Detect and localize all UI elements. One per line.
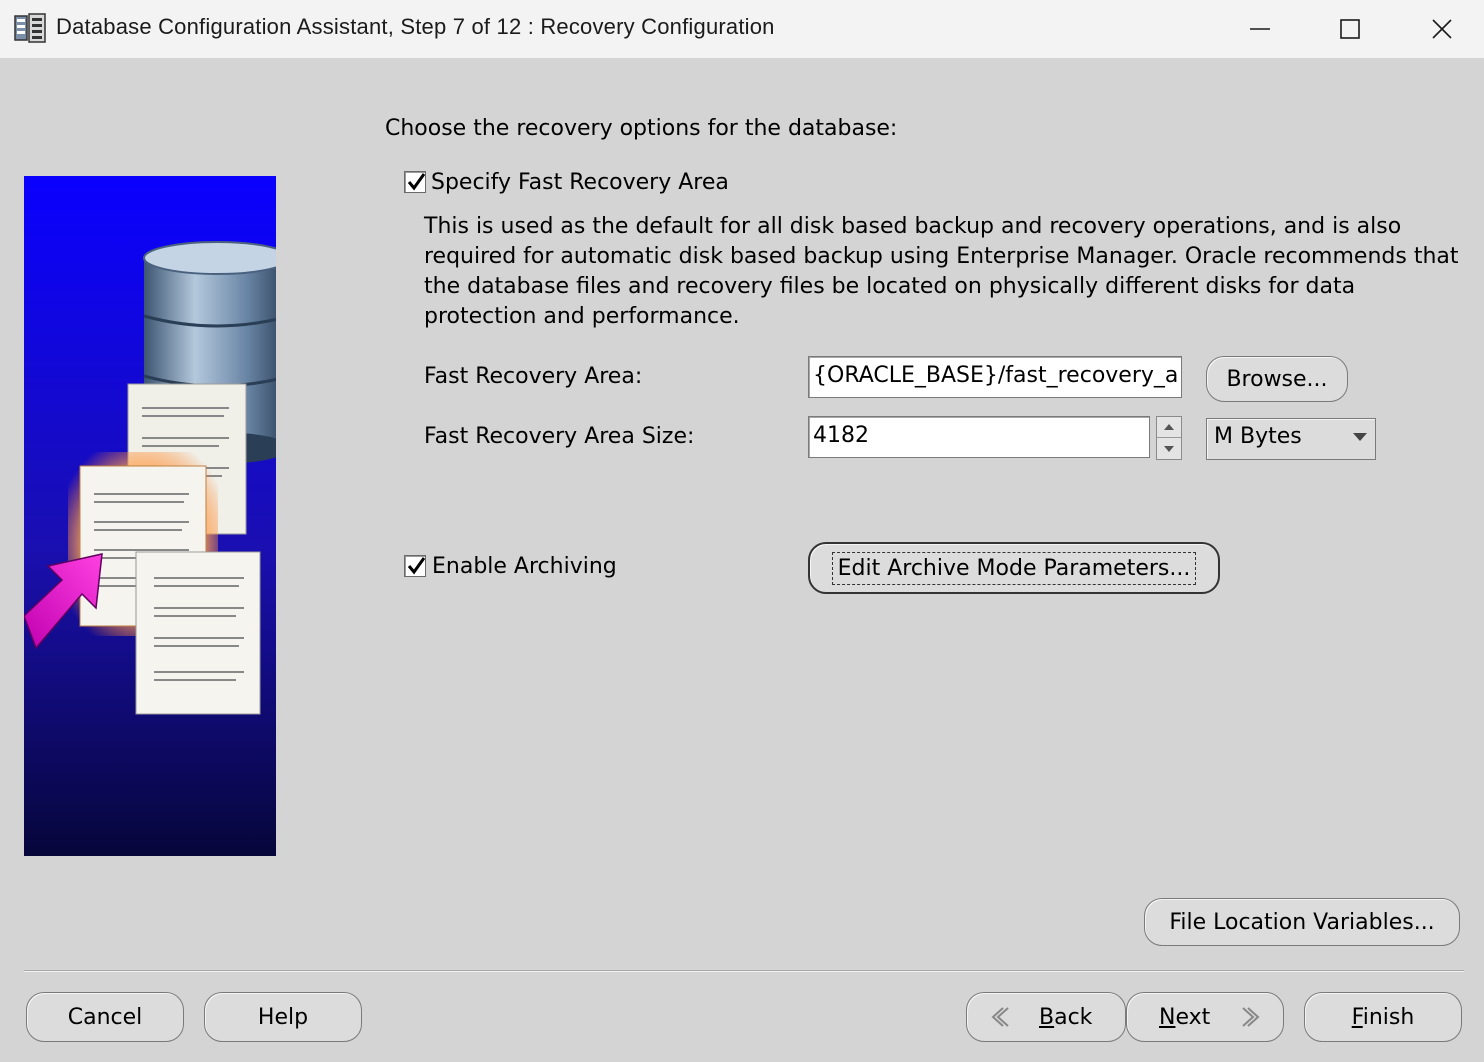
spinner-up-button[interactable] bbox=[1157, 417, 1181, 438]
title-bar: Database Configuration Assistant, Step 7… bbox=[0, 0, 1484, 58]
browse-button-label: Browse... bbox=[1226, 366, 1328, 392]
help-button-label: Help bbox=[257, 1004, 309, 1030]
edit-archive-mode-label: Edit Archive Mode Parameters... bbox=[831, 551, 1197, 585]
next-button-label: Next bbox=[1159, 1004, 1211, 1030]
size-unit-select[interactable]: M Bytes bbox=[1206, 418, 1376, 460]
close-icon bbox=[1432, 19, 1452, 39]
size-unit-value: M Bytes bbox=[1214, 424, 1302, 449]
help-button[interactable]: Help bbox=[204, 992, 362, 1042]
window-title: Database Configuration Assistant, Step 7… bbox=[56, 14, 775, 39]
spinner-down-button[interactable] bbox=[1157, 438, 1181, 459]
finish-button-label: Finish bbox=[1351, 1004, 1415, 1030]
browse-button[interactable]: Browse... bbox=[1206, 356, 1348, 402]
next-button[interactable]: Next bbox=[1126, 992, 1284, 1042]
database-recovery-illustration bbox=[24, 176, 276, 856]
arrow-up-icon bbox=[1164, 424, 1174, 430]
page-heading: Choose the recovery options for the data… bbox=[385, 116, 898, 141]
cancel-button[interactable]: Cancel bbox=[26, 992, 184, 1042]
enable-archiving-label[interactable]: Enable Archiving bbox=[432, 554, 617, 579]
footer-separator bbox=[24, 970, 1464, 972]
maximize-icon bbox=[1340, 19, 1360, 39]
fra-location-input[interactable]: {ORACLE_BASE}/fast_recovery_a bbox=[808, 356, 1182, 398]
chevron-down-icon bbox=[1353, 433, 1367, 441]
fra-size-label: Fast Recovery Area Size: bbox=[424, 424, 695, 449]
back-button-label: Back bbox=[1039, 1004, 1093, 1030]
file-location-variables-button[interactable]: File Location Variables... bbox=[1144, 898, 1460, 946]
checkmark-icon bbox=[407, 173, 426, 191]
fra-size-input[interactable]: 4182 bbox=[808, 416, 1150, 458]
close-button[interactable] bbox=[1396, 0, 1484, 58]
back-button[interactable]: Back bbox=[966, 992, 1126, 1042]
chevron-left-icon bbox=[991, 1007, 1009, 1027]
finish-button[interactable]: Finish bbox=[1304, 992, 1462, 1042]
cancel-button-label: Cancel bbox=[67, 1004, 143, 1030]
enable-archiving-checkbox[interactable] bbox=[404, 555, 426, 577]
specify-fra-checkbox[interactable] bbox=[404, 171, 426, 193]
maximize-button[interactable] bbox=[1304, 0, 1396, 58]
dbca-app-icon bbox=[14, 13, 46, 43]
fra-description: This is used as the default for all disk… bbox=[424, 214, 1459, 329]
edit-archive-mode-button[interactable]: Edit Archive Mode Parameters... bbox=[808, 542, 1220, 594]
fra-size-spinner[interactable] bbox=[1156, 416, 1182, 460]
file-location-variables-label: File Location Variables... bbox=[1169, 909, 1435, 935]
checkmark-icon bbox=[407, 557, 426, 575]
minimize-icon bbox=[1250, 28, 1270, 30]
specify-fra-label[interactable]: Specify Fast Recovery Area bbox=[431, 170, 729, 195]
arrow-down-icon bbox=[1164, 445, 1174, 452]
chevron-right-icon bbox=[1242, 1007, 1260, 1027]
fra-location-label: Fast Recovery Area: bbox=[424, 364, 643, 389]
minimize-button[interactable] bbox=[1214, 0, 1306, 58]
